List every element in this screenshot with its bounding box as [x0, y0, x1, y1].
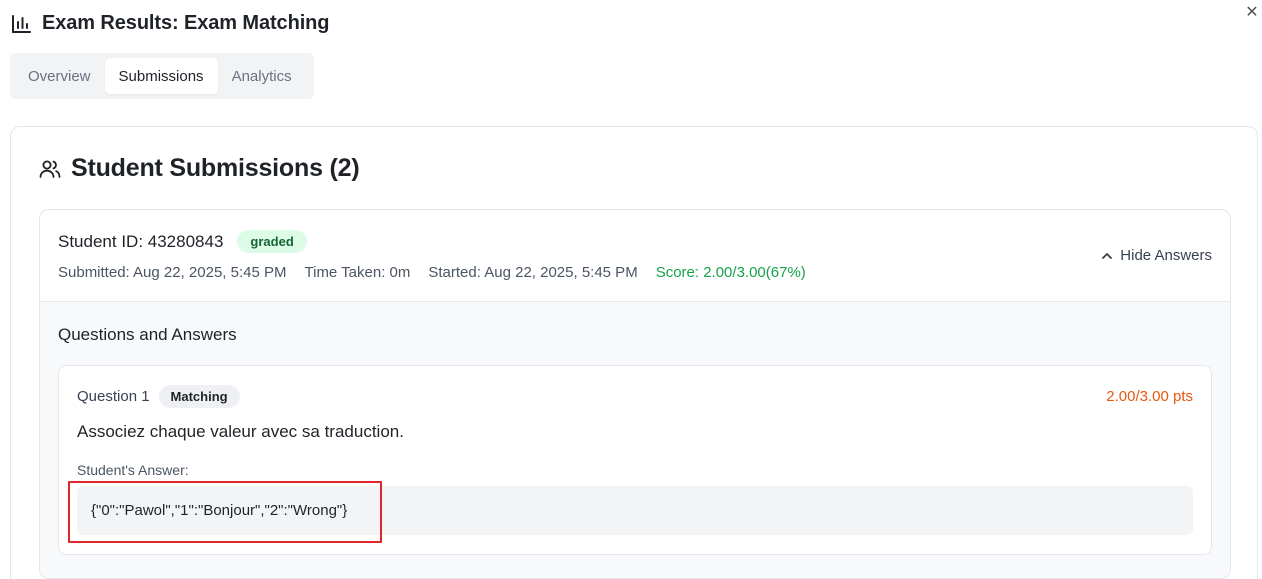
chevron-up-icon	[1101, 250, 1113, 262]
question-text: Associez chaque valeur avec sa traductio…	[77, 422, 404, 441]
answers-panel: Questions and Answers Question 1 Matchin…	[40, 302, 1230, 578]
submitted-time: Submitted: Aug 22, 2025, 5:45 PM	[58, 264, 287, 281]
submissions-title: Student Submissions (2)	[71, 154, 360, 182]
page-title: Exam Results: Exam Matching	[42, 12, 330, 34]
question-card: Question 1 Matching 2.00/3.00 pts Associ…	[58, 365, 1212, 555]
hide-answers-label: Hide Answers	[1120, 247, 1212, 264]
question-points: 2.00/3.00 pts	[1106, 388, 1193, 405]
tab-submissions[interactable]: Submissions	[104, 58, 218, 94]
page-header: Exam Results: Exam Matching	[10, 12, 329, 35]
submission-meta: Submitted: Aug 22, 2025, 5:45 PM Time Ta…	[58, 264, 806, 281]
close-icon[interactable]: ✕	[1245, 2, 1258, 22]
submission-header: Student ID: 43280843 graded Submitted: A…	[40, 210, 1230, 302]
question-label: Question 1	[77, 388, 150, 405]
question-type-badge: Matching	[158, 385, 240, 408]
student-row: Student ID: 43280843 graded	[58, 230, 307, 253]
submission-item: Student ID: 43280843 graded Submitted: A…	[39, 209, 1231, 579]
qa-title: Questions and Answers	[58, 325, 237, 344]
answer-label: Student's Answer:	[77, 462, 189, 478]
status-badge: graded	[237, 230, 307, 253]
time-taken: Time Taken: 0m	[304, 264, 411, 281]
score: Score: 2.00/3.00(67%)	[655, 264, 806, 281]
tab-overview[interactable]: Overview	[14, 58, 105, 94]
question-header: Question 1 Matching	[77, 385, 240, 408]
student-answer-box: {"0":"Pawol","1":"Bonjour","2":"Wrong"}	[77, 486, 1193, 535]
submissions-card: Student Submissions (2) Student ID: 4328…	[10, 126, 1258, 579]
users-icon	[38, 157, 62, 181]
student-id: Student ID: 43280843	[58, 231, 224, 251]
hide-answers-button[interactable]: Hide Answers	[1101, 247, 1212, 264]
student-answer-value: {"0":"Pawol","1":"Bonjour","2":"Wrong"}	[91, 502, 348, 519]
bar-chart-icon	[10, 13, 32, 35]
tab-analytics[interactable]: Analytics	[218, 58, 306, 94]
close-button[interactable]: ✕	[1244, 3, 1260, 21]
submissions-heading: Student Submissions (2)	[38, 154, 360, 183]
started-time: Started: Aug 22, 2025, 5:45 PM	[428, 264, 638, 281]
results-tabs: Overview Submissions Analytics	[10, 53, 314, 99]
exam-results-page: ✕ Exam Results: Exam Matching Overview S…	[0, 0, 1262, 579]
